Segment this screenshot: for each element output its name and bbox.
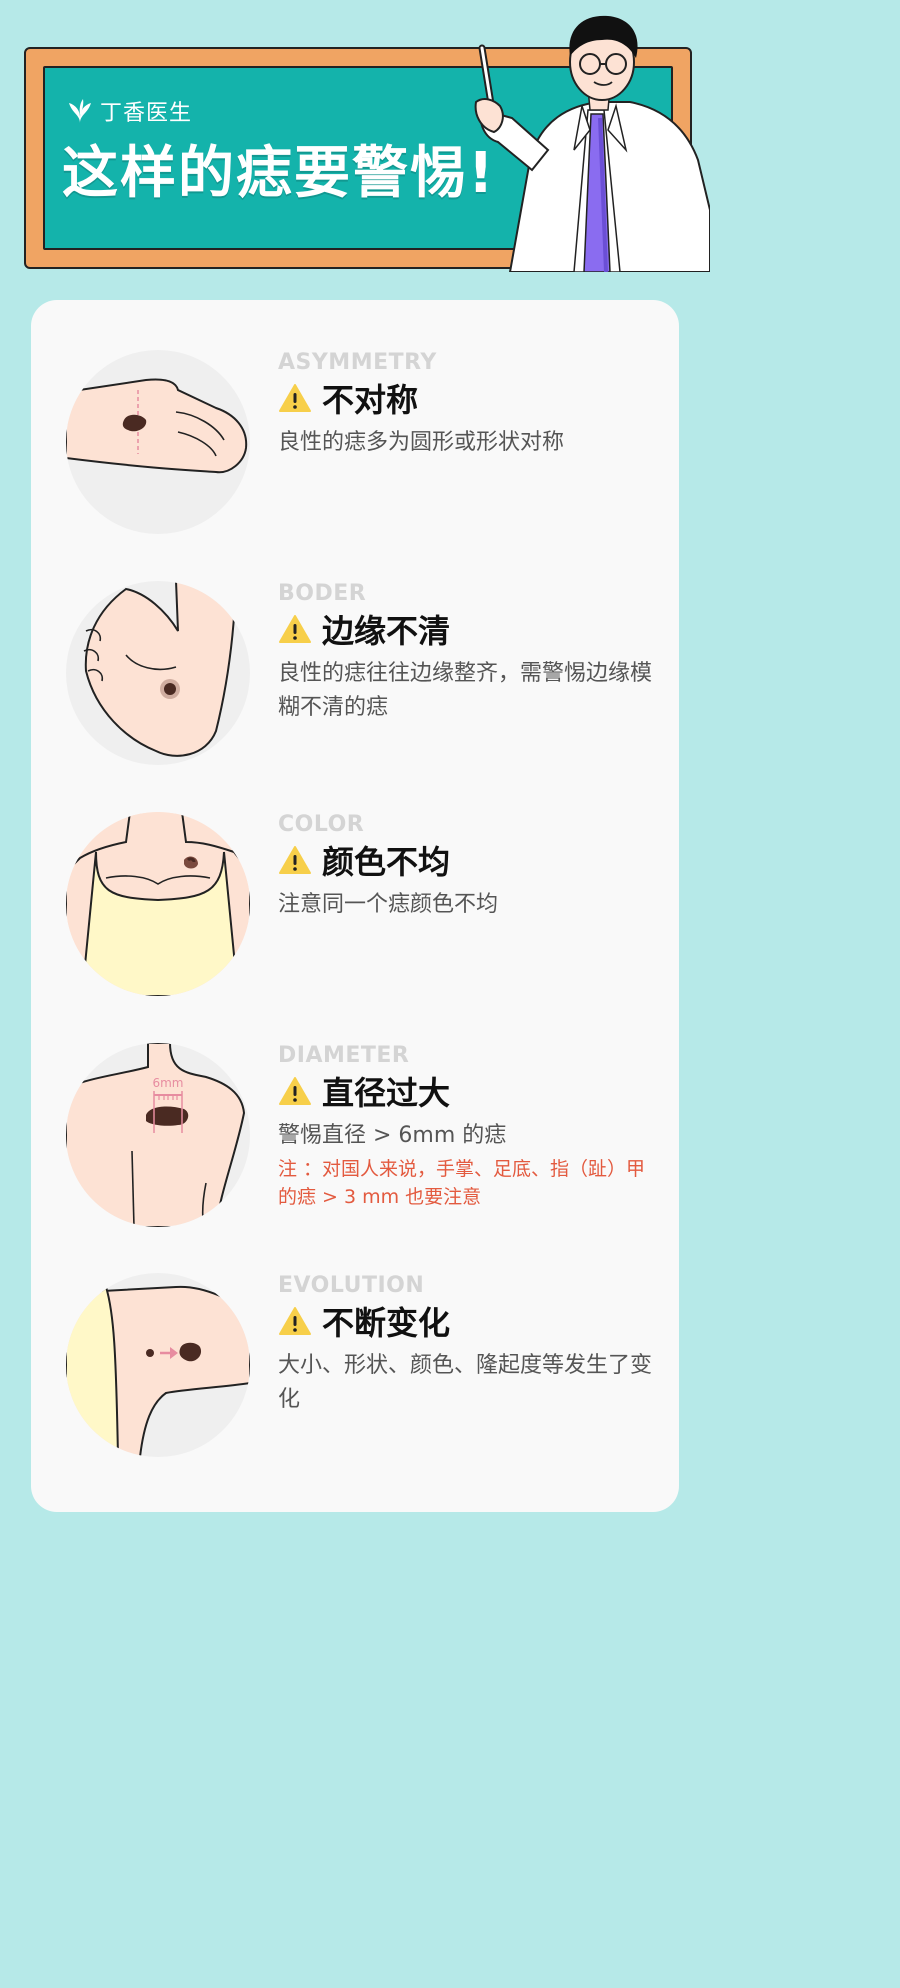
- item-desc: 注意同一个痣颜色不均: [278, 892, 499, 917]
- chest-mole-illustration: [66, 812, 250, 996]
- item-title: 边缘不清: [322, 612, 451, 650]
- item-text: COLOR 颜色不均 注意同一个痣颜色不均: [278, 812, 658, 922]
- item-title: 不断变化: [322, 1304, 451, 1342]
- hand-mole-illustration: [66, 350, 250, 534]
- brand-name: 丁香医生: [100, 101, 193, 126]
- item-title: 颜色不均: [322, 843, 451, 881]
- warning-icon: [279, 384, 311, 412]
- item-text: ASYMMETRY 不对称 良性的痣多为圆形或形状对称: [278, 350, 658, 460]
- item-desc: 警惕直径 > 6mm 的痣: [278, 1123, 507, 1148]
- warning-icon: [279, 615, 311, 643]
- page-title: 这样的痣要警惕!: [62, 141, 496, 206]
- back-mole-illustration: [66, 1273, 250, 1457]
- item-title: 不对称: [322, 381, 419, 419]
- item-text: DIAMETER 直径过大 警惕直径 > 6mm 的痣 注 ：对国人来说，手掌、…: [278, 1043, 658, 1211]
- item-en-label: EVOLUTION: [278, 1273, 425, 1298]
- item-en-label: BODER: [278, 581, 367, 606]
- warning-icon: [279, 846, 311, 874]
- item-text: BODER 边缘不清 良性的痣往往边缘整齐，需警惕边缘模糊不清的痣: [278, 581, 658, 725]
- item-title: 直径过大: [322, 1074, 451, 1112]
- content-card: ASYMMETRY 不对称 良性的痣多为圆形或形状对称 BODER 边缘不清 良…: [31, 300, 679, 1512]
- brand-logo: 丁香医生: [66, 95, 192, 127]
- doctor-illustration: [474, 15, 710, 272]
- item-desc: 大小、形状、颜色、隆起度等发生了变化: [278, 1353, 653, 1412]
- shoulder-mole-illustration: 6mm: [66, 1043, 250, 1227]
- warning-icon: [279, 1307, 311, 1335]
- item-en-label: DIAMETER: [278, 1043, 410, 1068]
- item-en-label: COLOR: [278, 812, 365, 837]
- item-desc: 良性的痣往往边缘整齐，需警惕边缘模糊不清的痣: [278, 661, 653, 720]
- warning-icon: [279, 1077, 311, 1105]
- item-note: 注 ：对国人来说，手掌、足底、指（趾）甲的痣 > 3 mm 也要注意: [278, 1158, 646, 1208]
- ruler-label: 6mm: [152, 1076, 183, 1090]
- leaf-icon: [69, 99, 91, 123]
- foot-mole-illustration: [66, 581, 250, 765]
- item-en-label: ASYMMETRY: [278, 350, 437, 375]
- item-desc: 良性的痣多为圆形或形状对称: [278, 430, 565, 455]
- item-text: EVOLUTION 不断变化 大小、形状、颜色、隆起度等发生了变化: [278, 1273, 658, 1417]
